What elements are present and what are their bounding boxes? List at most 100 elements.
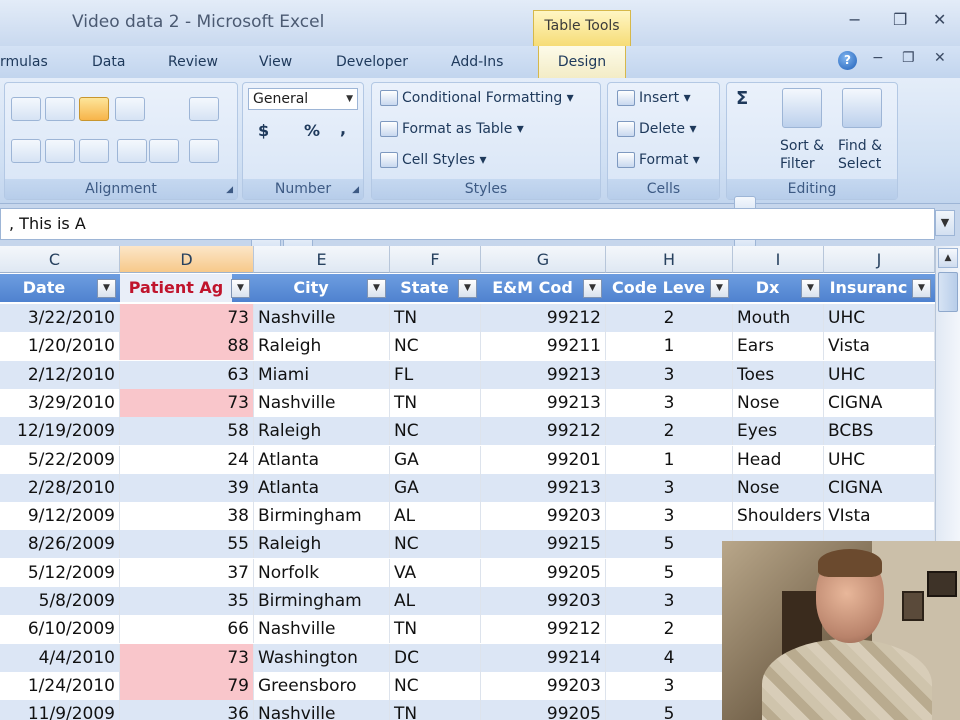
cell-age[interactable]: 79	[120, 671, 254, 700]
align-left-icon[interactable]	[11, 139, 41, 163]
cell-age[interactable]: 37	[120, 558, 254, 587]
conditional-formatting-button[interactable]: Conditional Formatting ▾	[380, 90, 574, 106]
cell-date[interactable]: 5/12/2009	[0, 558, 120, 587]
cell-state[interactable]: TN	[390, 304, 481, 332]
delete-button[interactable]: Delete ▾	[617, 121, 696, 137]
align-middle-icon[interactable]	[45, 97, 75, 121]
cell-city[interactable]: Atlanta	[254, 473, 390, 502]
cell-code[interactable]: 99203	[481, 502, 606, 531]
cell-age[interactable]: 63	[120, 360, 254, 389]
formula-bar-input[interactable]: , This is A	[0, 208, 935, 240]
sort-filter-icon[interactable]	[782, 88, 822, 128]
insert-button[interactable]: Insert ▾	[617, 90, 691, 106]
cell-city[interactable]: Birmingham	[254, 502, 390, 531]
cell-city[interactable]: Birmingham	[254, 587, 390, 615]
alignment-dialog-launcher-icon[interactable]: ◢	[226, 185, 233, 195]
cell-level[interactable]: 1	[606, 332, 733, 361]
help-icon[interactable]: ?	[838, 51, 857, 70]
format-as-table-button[interactable]: Format as Table ▾	[380, 121, 524, 137]
cell-code[interactable]: 99215	[481, 530, 606, 559]
format-button[interactable]: Format ▾	[617, 152, 700, 168]
cell-level[interactable]: 1	[606, 445, 733, 474]
cell-age[interactable]: 35	[120, 587, 254, 615]
cell-dx[interactable]: Toes	[733, 360, 824, 389]
cell-date[interactable]: 6/10/2009	[0, 615, 120, 644]
sort-filter-label-2[interactable]: Filter	[780, 156, 815, 172]
align-bottom-icon[interactable]	[79, 97, 109, 121]
cell-level[interactable]: 5	[606, 700, 733, 720]
cell-dx[interactable]: Mouth	[733, 304, 824, 332]
scroll-thumb[interactable]	[938, 272, 958, 312]
cell-date[interactable]: 2/28/2010	[0, 473, 120, 502]
column-header-c[interactable]: C	[0, 246, 120, 273]
cell-age[interactable]: 36	[120, 700, 254, 720]
cell-ins[interactable]: UHC	[824, 360, 935, 389]
cell-ins[interactable]: VIsta	[824, 502, 935, 531]
cell-age[interactable]: 24	[120, 445, 254, 474]
cell-code[interactable]: 99212	[481, 304, 606, 332]
cell-date[interactable]: 3/29/2010	[0, 388, 120, 417]
tab-formulas[interactable]: rmulas	[0, 54, 48, 70]
cell-date[interactable]: 11/9/2009	[0, 700, 120, 720]
cell-date[interactable]: 1/20/2010	[0, 332, 120, 361]
cell-city[interactable]: Raleigh	[254, 530, 390, 559]
cell-state[interactable]: TN	[390, 388, 481, 417]
cell-city[interactable]: Nashville	[254, 388, 390, 417]
cell-state[interactable]: DC	[390, 643, 481, 672]
comma-button[interactable]: ,	[340, 119, 346, 138]
cell-ins[interactable]: CIGNA	[824, 388, 935, 417]
cell-level[interactable]: 3	[606, 502, 733, 531]
cell-age[interactable]: 55	[120, 530, 254, 559]
autosum-button[interactable]: Σ	[736, 88, 748, 109]
table-row[interactable]: 2/12/2010 63 Miami FL 99213 3 Toes UHC	[0, 360, 935, 389]
cell-city[interactable]: Washington	[254, 643, 390, 672]
tab-review[interactable]: Review	[168, 54, 218, 70]
cell-code[interactable]: 99211	[481, 332, 606, 361]
cell-age[interactable]: 38	[120, 502, 254, 531]
number-dialog-launcher-icon[interactable]: ◢	[352, 185, 359, 195]
column-header-i[interactable]: I	[733, 246, 824, 273]
cell-age[interactable]: 73	[120, 304, 254, 332]
cell-code[interactable]: 99203	[481, 671, 606, 700]
cell-city[interactable]: Nashville	[254, 700, 390, 720]
decrease-indent-icon[interactable]	[117, 139, 147, 163]
table-row[interactable]: 1/20/2010 88 Raleigh NC 99211 1 Ears Vista	[0, 332, 935, 361]
cell-level[interactable]: 3	[606, 360, 733, 389]
cell-dx[interactable]: Ears	[733, 332, 824, 361]
tab-developer[interactable]: Developer	[336, 54, 408, 70]
align-top-icon[interactable]	[11, 97, 41, 121]
cell-level[interactable]: 4	[606, 643, 733, 672]
ribbon-restore-button[interactable]: ❐	[902, 50, 915, 66]
cell-dx[interactable]: Shoulders	[733, 502, 824, 531]
cell-ins[interactable]: BCBS	[824, 417, 935, 446]
cell-age[interactable]: 73	[120, 388, 254, 417]
cell-ins[interactable]: UHC	[824, 445, 935, 474]
percent-button[interactable]: %	[304, 121, 320, 140]
cell-level[interactable]: 2	[606, 615, 733, 644]
cell-state[interactable]: FL	[390, 360, 481, 389]
binoculars-icon[interactable]	[842, 88, 882, 128]
table-row[interactable]: 3/22/2010 73 Nashville TN 99212 2 Mouth UHC	[0, 304, 935, 332]
cell-age[interactable]: 66	[120, 615, 254, 644]
filter-dropdown-icon[interactable]: ▼	[367, 279, 386, 298]
table-row[interactable]: 9/12/2009 38 Birmingham AL 99203 3 Shoulders VI…	[0, 502, 935, 531]
cell-level[interactable]: 3	[606, 388, 733, 417]
cell-code[interactable]: 99213	[481, 388, 606, 417]
cell-code[interactable]: 99203	[481, 587, 606, 615]
cell-level[interactable]: 5	[606, 530, 733, 559]
filter-dropdown-icon[interactable]: ▼	[912, 279, 931, 298]
cell-city[interactable]: Atlanta	[254, 445, 390, 474]
tab-add-ins[interactable]: Add-Ins	[451, 54, 503, 70]
cell-state[interactable]: NC	[390, 332, 481, 361]
cell-age[interactable]: 58	[120, 417, 254, 446]
orientation-icon[interactable]	[115, 97, 145, 121]
table-row[interactable]: 12/19/2009 58 Raleigh NC 99212 2 Eyes BCBS	[0, 417, 935, 446]
tab-design[interactable]: Design	[538, 46, 626, 78]
tab-view[interactable]: View	[259, 54, 292, 70]
merge-center-icon[interactable]	[189, 139, 219, 163]
tab-data[interactable]: Data	[92, 54, 125, 70]
cell-city[interactable]: Greensboro	[254, 671, 390, 700]
table-row[interactable]: 2/28/2010 39 Atlanta GA 99213 3 Nose CIGNA	[0, 473, 935, 502]
find-select-label-2[interactable]: Select	[838, 156, 881, 172]
cell-age[interactable]: 39	[120, 473, 254, 502]
